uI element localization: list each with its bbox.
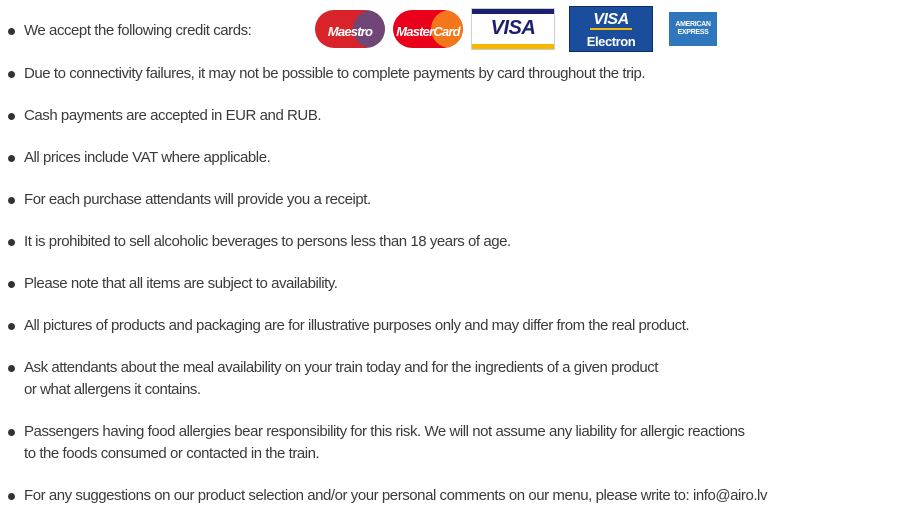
bullet-icon (8, 155, 15, 162)
list-item-text: All pictures of products and packaging a… (24, 317, 690, 334)
list-item-text: For any suggestions on our product selec… (24, 487, 767, 504)
list-item-text: All prices include VAT where applicable. (24, 149, 271, 166)
maestro-logo-icon: Maestro (315, 10, 385, 48)
american-express-logo-icon: AMERICAN EXPRESS (669, 12, 717, 46)
list-item-text: Please note that all items are subject t… (24, 275, 338, 292)
list-item-text: It is prohibited to sell alcoholic bever… (24, 233, 511, 250)
list-item-text: Due to connectivity failures, it may not… (24, 65, 646, 82)
bullet-icon (8, 113, 15, 120)
bullet-icon (8, 28, 15, 35)
bullet-icon (8, 239, 15, 246)
list-item-text: We accept the following credit cards: (24, 22, 252, 39)
list-item-text: For each purchase attendants will provid… (24, 191, 371, 208)
mastercard-logo-icon: MasterCard (393, 10, 463, 48)
bullet-icon (8, 197, 15, 204)
list-item-text: Ask attendants about the meal availabili… (24, 359, 659, 398)
bullet-icon (8, 281, 15, 288)
visa-logo-icon: VISA (471, 8, 555, 50)
bullet-icon (8, 429, 15, 436)
bullet-icon (8, 493, 15, 500)
credit-card-logos: Maestro MasterCard VISA VISA Electron AM… (315, 6, 717, 52)
list-item-text: Passengers having food allergies bear re… (24, 423, 745, 462)
bullet-icon (8, 365, 15, 372)
bullet-icon (8, 71, 15, 78)
visa-electron-logo-icon: VISA Electron (569, 6, 653, 52)
list-item-text: Cash payments are accepted in EUR and RU… (24, 107, 322, 124)
bullet-icon (8, 323, 15, 330)
